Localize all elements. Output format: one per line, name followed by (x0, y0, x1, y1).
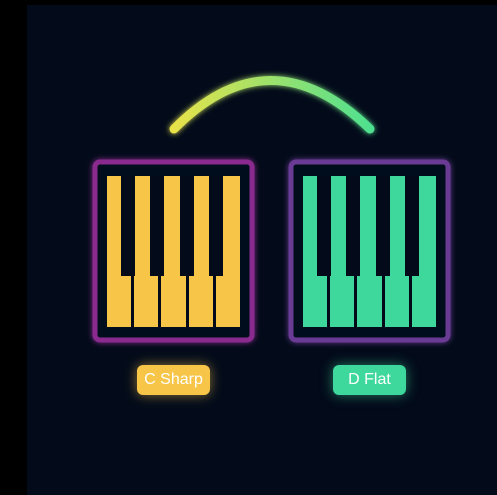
label-c-sharp: C Sharp (137, 365, 210, 395)
scene (27, 5, 497, 495)
piano-keys-icon (107, 176, 240, 327)
keyboard-c-sharp (92, 159, 255, 343)
keyboard-d-flat (288, 159, 451, 343)
piano-keys-icon (303, 176, 436, 327)
label-d-flat: D Flat (333, 365, 406, 395)
